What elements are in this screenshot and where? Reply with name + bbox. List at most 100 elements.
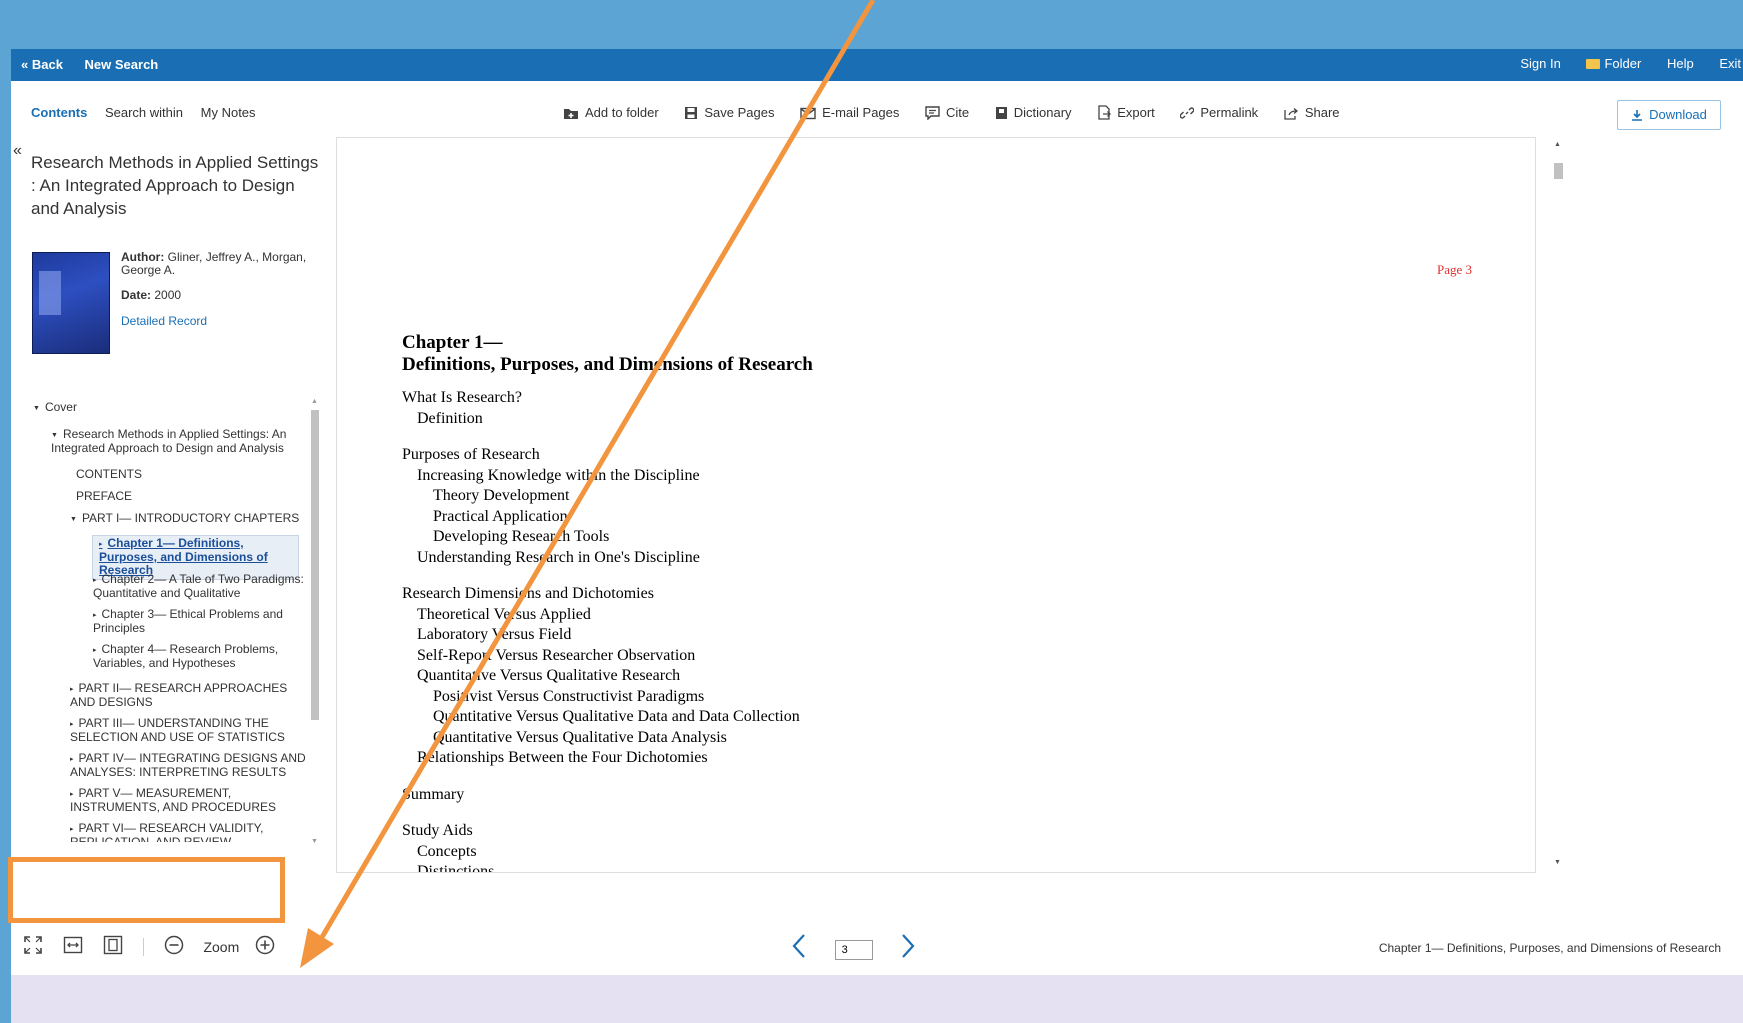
folder-label: Folder [1604,56,1642,71]
collapsed-triangle-icon: ▸ [70,826,74,833]
top-navbar: « Back New Search Sign In Folder Help Ex… [11,49,1743,81]
zoom-out-icon[interactable] [164,935,184,958]
outline-line: Laboratory Versus Field [417,626,572,643]
toc-item[interactable]: ▸ Chapter 3— Ethical Problems and Princip… [93,608,293,635]
chapter-heading-line2: Definitions, Purposes, and Dimensions of… [402,354,813,375]
outline-line: Relationships Between the Four Dichotomi… [417,749,708,766]
download-icon [1632,110,1643,121]
toc-item[interactable]: CONTENTS [76,468,142,481]
toc-item[interactable]: ▸ PART V— MEASUREMENT, INSTRUMENTS, AND P… [70,787,295,814]
toc-item[interactable]: ▸ PART II— RESEARCH APPROACHES AND DESIGN… [70,682,295,709]
scroll-up-icon[interactable]: ▲ [1554,141,1561,148]
toc-label: PREFACE [76,489,133,503]
document-scroll-thumb[interactable] [1554,163,1563,179]
outline-line: Self-Report Versus Researcher Observatio… [417,646,696,664]
toc-label: PART I— INTRODUCTORY CHAPTERS [81,511,300,525]
fit-page-icon[interactable] [103,935,123,958]
outline-line: What Is Research? [402,389,522,406]
folder-link[interactable]: Folder [1586,56,1641,71]
cite-button[interactable]: Cite [925,105,970,121]
outline-line: Theoretical Versus Applied [417,605,591,623]
back-link[interactable]: « Back [21,57,63,72]
scroll-down-icon[interactable]: ▼ [1554,859,1561,866]
export-label: Export [1117,105,1155,120]
download-button[interactable]: Download [1617,100,1721,130]
email-pages-button[interactable]: E-mail Pages [800,105,899,120]
page-number-label: Page 3 [1437,262,1473,277]
outline-line: Purposes of Research [402,446,540,463]
toc-item[interactable]: ▸ PART III— UNDERSTANDING THE SELECTION A… [70,717,295,744]
toc-item[interactable]: ▼ Cover [33,401,77,415]
folder-icon [1586,59,1601,69]
toc-item[interactable]: PREFACE [76,490,132,503]
outline-line: Quantitative Versus Qualitative Data and… [433,708,800,725]
toc-item[interactable]: ▼ PART I— INTRODUCTORY CHAPTERS [70,512,299,526]
zoom-in-icon[interactable] [255,935,275,958]
save-icon [685,107,698,119]
bottom-band [11,975,1743,1023]
toc-item[interactable]: ▼ Research Methods in Applied Settings: A… [51,428,291,455]
export-button[interactable]: Export [1097,105,1155,120]
previous-page-icon[interactable] [791,933,807,966]
collapsed-triangle-icon: ▸ [70,721,74,728]
collapse-sidebar-button[interactable]: « [13,142,22,160]
toc-label: Chapter 3— Ethical Problems and Principl… [93,607,283,635]
fullscreen-icon[interactable] [23,935,43,958]
bottom-toolbar: Zoom Chapter 1— Definitions, Purposes, a… [11,929,1743,975]
tab-contents[interactable]: Contents [31,105,87,120]
collapsed-triangle-icon: ▸ [70,756,74,763]
toc-item[interactable]: ▸ PART IV— INTEGRATING DESIGNS AND ANALYS… [70,752,310,779]
toc-label: Chapter 4— Research Problems, Variables,… [93,642,279,670]
toc-label: Research Methods in Applied Settings: An… [51,427,287,455]
scroll-up-icon[interactable]: ▲ [311,398,318,405]
toc-item[interactable]: ▸ Chapter 4— Research Problems, Variables… [93,643,293,670]
toolbar-divider [142,937,144,956]
permalink-button[interactable]: Permalink [1180,105,1258,120]
dictionary-button[interactable]: Dictionary [995,105,1072,120]
toc-label: PART III— UNDERSTANDING THE SELECTION AN… [70,716,285,744]
date-row: Date: 2000 [121,289,321,302]
current-chapter-label: Chapter 1— Definitions, Purposes, and Di… [1378,941,1721,955]
add-to-folder-label: Add to folder [585,105,659,120]
table-of-contents: ▼ Cover ▼ Research Methods in Applied Sett… [33,387,311,843]
exit-link[interactable]: Exit [1719,56,1741,71]
toc-scroll-thumb[interactable] [311,410,319,720]
chapter-heading-line1: Chapter 1— [402,332,503,353]
date-label: Date: [121,288,152,302]
tab-my-notes[interactable]: My Notes [201,105,256,120]
toc-scrollbar[interactable]: ▲ ▼ [309,398,321,848]
document-scrollbar[interactable]: ▲ ▼ [1551,137,1565,877]
zoom-label: Zoom [203,938,240,955]
chapter-outline: What Is Research? Definition Purposes of… [402,388,800,872]
book-cover-image [32,252,110,354]
scroll-down-icon[interactable]: ▼ [311,838,318,845]
cite-icon [925,106,940,121]
fit-width-icon[interactable] [63,935,83,958]
author-label: Author: [121,250,165,264]
toc-item[interactable]: ▸ PART VI— RESEARCH VALIDITY, REPLICATION… [70,822,295,843]
expanded-triangle-icon: ▼ [33,405,40,412]
sign-in-link[interactable]: Sign In [1520,56,1560,71]
page-number-input[interactable] [834,939,873,960]
new-search-link[interactable]: New Search [85,57,159,72]
toc-label: Chapter 2— A Tale of Two Paradigms: Quan… [93,572,304,600]
save-pages-button[interactable]: Save Pages [684,105,774,120]
toc-label: Cover [44,400,77,414]
toc-item[interactable]: ▸ Chapter 2— A Tale of Two Paradigms: Qua… [93,573,311,600]
toc-label: PART V— MEASUREMENT, INSTRUMENTS, AND PR… [70,786,277,814]
book-title: Research Methods in Applied Settings : A… [31,153,319,218]
outline-line: Theory Development [433,487,570,504]
outline-line: Quantitative Versus Qualitative Research [417,667,681,684]
toc-label: Chapter 1— Definitions, Purposes, and Di… [99,536,268,577]
cite-label: Cite [946,105,970,120]
collapsed-triangle-icon: ▸ [93,577,97,584]
collapsed-triangle-icon: ▸ [99,541,103,548]
toc-label: PART II— RESEARCH APPROACHES AND DESIGNS [70,681,288,709]
help-link[interactable]: Help [1667,56,1694,71]
next-page-icon[interactable] [900,933,916,966]
detailed-record-link[interactable]: Detailed Record [121,315,321,328]
document-viewer[interactable]: Page 3 Chapter 1— Definitions, Purposes,… [336,137,1536,873]
add-to-folder-button[interactable]: Add to folder [563,105,659,120]
share-button[interactable]: Share [1284,105,1340,120]
tab-search-within[interactable]: Search within [105,105,183,120]
